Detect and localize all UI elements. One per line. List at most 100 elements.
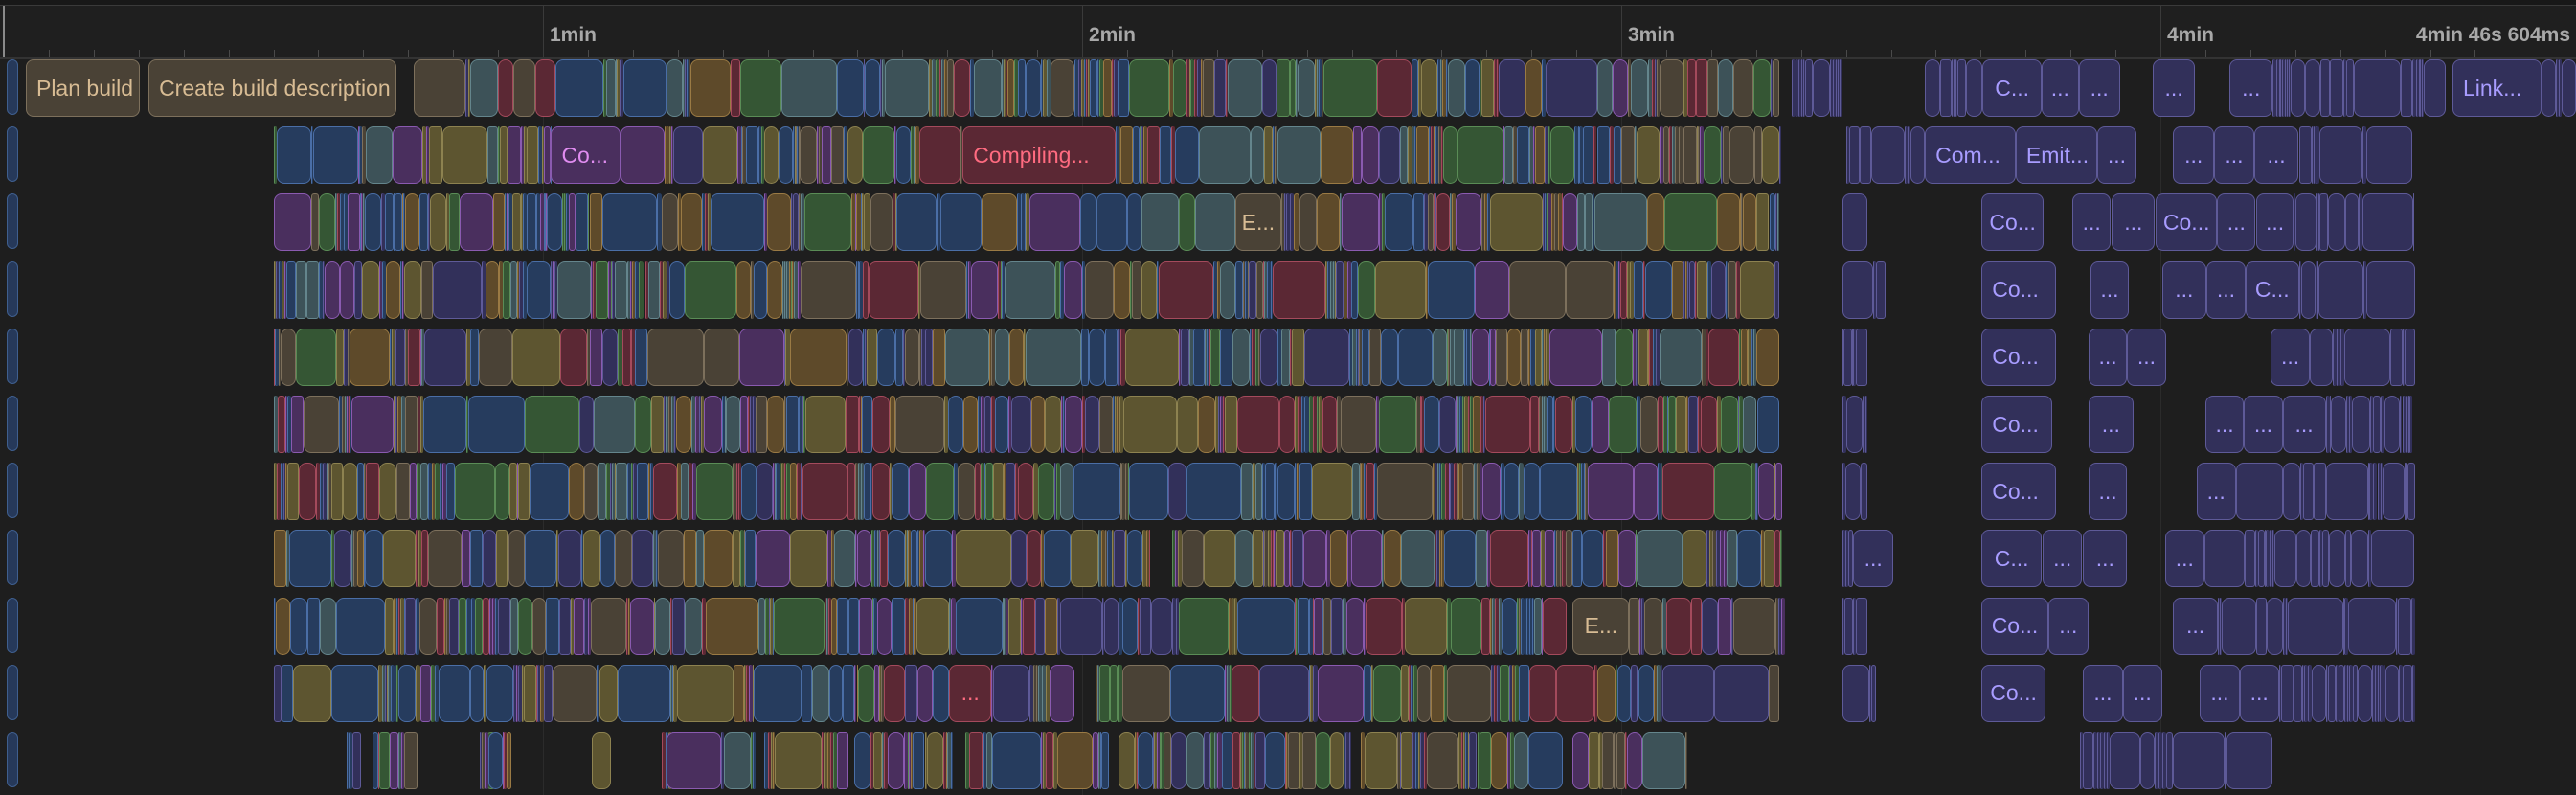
task-block[interactable] [365, 126, 394, 185]
task-block[interactable] [1732, 597, 1776, 655]
task-block[interactable] [427, 530, 462, 588]
task-block[interactable] [496, 530, 508, 588]
task-block[interactable] [1842, 261, 1873, 319]
task-block[interactable] [895, 126, 911, 185]
task-block[interactable] [1597, 59, 1613, 117]
task-block[interactable] [1181, 328, 1190, 386]
task-block[interactable] [1050, 59, 1075, 117]
task-block[interactable] [1662, 664, 1715, 722]
task-block[interactable] [2541, 59, 2557, 117]
task-block[interactable] [511, 193, 522, 252]
task-block[interactable] [2244, 530, 2256, 588]
task-block[interactable] [448, 193, 460, 252]
task-block[interactable] [1262, 59, 1277, 117]
task-block[interactable] [1645, 261, 1673, 319]
task-block[interactable] [1775, 463, 1782, 521]
task-block[interactable] [1700, 396, 1717, 453]
task-block[interactable] [1186, 732, 1204, 789]
task-block-labeled[interactable]: ... [2164, 530, 2204, 588]
task-block[interactable] [1411, 59, 1419, 117]
task-block[interactable] [1780, 530, 1782, 588]
task-block[interactable] [1876, 261, 1886, 319]
task-block[interactable] [2319, 193, 2328, 252]
task-block[interactable] [925, 530, 953, 588]
task-block[interactable] [2313, 463, 2327, 521]
task-block[interactable] [1101, 732, 1110, 789]
task-block[interactable] [1682, 530, 1707, 588]
task-block[interactable] [1424, 396, 1439, 453]
task-block[interactable] [1232, 732, 1241, 789]
task-block[interactable] [273, 193, 312, 252]
task-block[interactable] [1859, 126, 1871, 185]
task-block[interactable] [1588, 463, 1635, 521]
task-block[interactable] [1059, 463, 1074, 521]
task-block[interactable] [1764, 530, 1775, 588]
task-block[interactable] [295, 328, 337, 386]
task-block[interactable] [2290, 59, 2305, 117]
task-block[interactable] [730, 59, 741, 117]
task-block[interactable] [459, 193, 493, 252]
task-block[interactable] [2317, 261, 2363, 319]
task-block[interactable] [2365, 261, 2415, 319]
lane-handle[interactable] [7, 732, 18, 787]
task-block[interactable] [2384, 664, 2400, 722]
task-block[interactable] [925, 463, 954, 521]
lane-2[interactable]: Co... Compiling... Com... Emit.............… [0, 126, 2576, 185]
task-block[interactable] [785, 328, 790, 386]
task-block[interactable] [1322, 396, 1337, 453]
task-block[interactable] [2166, 732, 2173, 789]
task-block-labeled[interactable]: Co... [1981, 597, 2048, 655]
task-block[interactable] [605, 59, 616, 117]
task-block[interactable] [1178, 597, 1230, 655]
task-block[interactable] [939, 193, 982, 252]
task-block[interactable] [892, 597, 905, 655]
task-block[interactable] [739, 328, 784, 386]
task-block[interactable] [527, 193, 537, 252]
task-block[interactable] [618, 664, 671, 722]
task-block[interactable] [1128, 59, 1170, 117]
task-block[interactable] [2423, 59, 2447, 117]
task-block-labeled[interactable]: ... [2083, 664, 2123, 722]
task-block-labeled[interactable]: C... [2246, 261, 2299, 319]
task-block[interactable] [1168, 463, 1186, 521]
task-block[interactable] [1050, 664, 1075, 722]
task-block[interactable] [1534, 126, 1545, 185]
task-block[interactable] [507, 732, 512, 789]
task-block[interactable] [1939, 59, 1952, 117]
task-block[interactable] [1472, 396, 1480, 453]
task-block[interactable] [385, 597, 394, 655]
task-block[interactable] [299, 463, 316, 521]
task-block[interactable] [285, 261, 297, 319]
task-block[interactable] [1299, 193, 1317, 252]
task-block[interactable] [1316, 193, 1341, 252]
task-block[interactable] [1297, 396, 1301, 453]
task-block[interactable] [2328, 664, 2336, 722]
task-block-labeled[interactable]: ... [2161, 261, 2206, 319]
task-block[interactable] [695, 463, 734, 521]
task-block[interactable] [350, 328, 390, 386]
lane-handle[interactable] [7, 597, 18, 653]
task-block[interactable] [357, 530, 365, 588]
task-block[interactable] [382, 530, 417, 588]
task-block[interactable] [853, 732, 871, 789]
task-block[interactable] [1457, 126, 1503, 185]
task-block[interactable] [992, 732, 1041, 789]
task-block[interactable] [671, 597, 685, 655]
task-block-labeled[interactable]: ... [949, 664, 992, 722]
task-block[interactable] [1454, 328, 1464, 386]
task-block[interactable] [887, 530, 905, 588]
task-block[interactable] [745, 530, 756, 588]
task-block[interactable] [1848, 126, 1860, 185]
task-block[interactable] [1122, 396, 1178, 453]
task-block[interactable] [833, 530, 855, 588]
task-block[interactable] [497, 597, 510, 655]
task-block[interactable] [985, 463, 993, 521]
task-block[interactable] [1146, 126, 1161, 185]
task-block[interactable] [661, 193, 679, 252]
task-block[interactable] [487, 126, 498, 185]
task-block[interactable] [474, 597, 483, 655]
task-block[interactable] [485, 261, 500, 319]
task-block-labeled[interactable]: ... [2200, 664, 2240, 722]
task-block[interactable] [1616, 732, 1625, 789]
task-block[interactable] [1596, 664, 1616, 722]
